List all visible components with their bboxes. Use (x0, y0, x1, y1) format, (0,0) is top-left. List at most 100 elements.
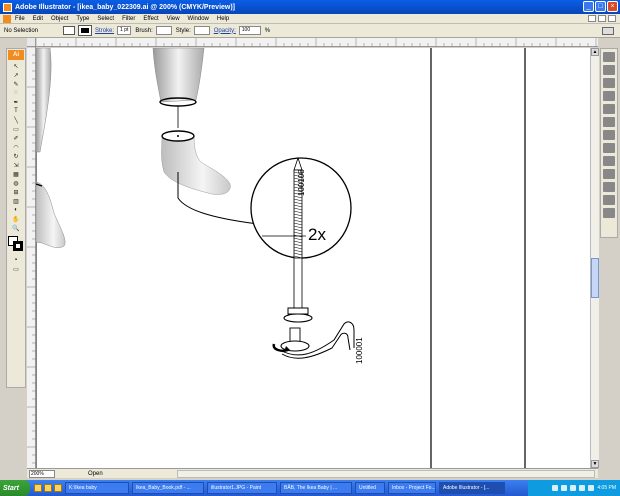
zoom-level-field[interactable]: 200% (29, 469, 55, 478)
screen-mode-icon[interactable]: ▭ (8, 265, 24, 273)
line-tool-icon[interactable]: ╲ (8, 116, 24, 124)
transparency-panel-icon[interactable] (603, 156, 615, 166)
menu-type[interactable]: Type (76, 16, 89, 22)
hand-tool-icon[interactable]: ✋ (8, 215, 24, 223)
scale-tool-icon[interactable]: ⇲ (8, 161, 24, 169)
arc-tool-icon[interactable]: ◠ (8, 143, 24, 151)
fill-swatch[interactable] (63, 26, 76, 35)
symbol-sprayer-tool-icon[interactable]: ◍ (8, 179, 24, 187)
graph-tool-icon[interactable]: ▦ (8, 170, 24, 178)
task-paint[interactable]: illustrator1.JPG - Paint (207, 482, 277, 494)
rectangle-tool-icon[interactable]: ▭ (8, 125, 24, 133)
stroke-swatch[interactable] (78, 25, 93, 36)
window-title: Adobe Illustrator - [ikea_baby_022309.ai… (15, 3, 236, 11)
pathfinder-panel-icon[interactable] (603, 195, 615, 205)
brushes-panel-icon[interactable] (603, 78, 615, 88)
brush-dropdown[interactable] (155, 26, 172, 35)
appearance-panel-icon[interactable] (603, 117, 615, 127)
blend-tool-icon[interactable]: ◐ (8, 206, 24, 214)
graphic-styles-panel-icon[interactable] (603, 104, 615, 114)
align-panel-icon[interactable] (603, 182, 615, 192)
browser-icon[interactable] (44, 484, 52, 492)
panel-menu-icon[interactable] (602, 27, 614, 35)
stroke-label[interactable]: Stroke: (95, 28, 114, 34)
doc-close-button[interactable] (608, 15, 616, 22)
task-illustrator[interactable]: Adobe Illustrator - [... (439, 482, 505, 494)
menu-help[interactable]: Help (217, 16, 229, 22)
illustrator-logo-icon: Ai (8, 50, 24, 60)
task-explorer[interactable]: K:\Ikea baby (65, 482, 129, 494)
style-dropdown[interactable] (193, 26, 210, 35)
task-untitled[interactable]: Untitled (355, 482, 385, 494)
vertical-ruler[interactable] (27, 46, 36, 468)
document-icon[interactable] (3, 14, 11, 23)
opacity-label[interactable]: Opacity: (214, 28, 236, 34)
color-mode-icon[interactable]: ▪ (8, 256, 24, 264)
pencil-tool-icon[interactable]: ✐ (8, 134, 24, 142)
tray-icon[interactable] (552, 485, 559, 491)
magic-wand-tool-icon[interactable]: ✎ (8, 80, 24, 88)
horizontal-ruler-ticks (35, 38, 597, 47)
type-tool-icon[interactable]: T (8, 107, 24, 115)
tray-icon[interactable] (579, 485, 586, 491)
layers-panel-icon[interactable] (603, 169, 615, 179)
maximize-button[interactable]: □ (595, 1, 606, 12)
stroke-swatch-box[interactable] (13, 241, 23, 251)
fill-stroke-swatches[interactable] (8, 236, 24, 252)
horizontal-ruler[interactable] (35, 38, 598, 47)
quick-launch (34, 484, 62, 492)
tray-icon[interactable] (588, 485, 595, 491)
menu-select[interactable]: Select (97, 16, 114, 22)
quantity-label: 2x (308, 225, 326, 244)
stroke-weight-field[interactable]: 1 pt (117, 26, 132, 35)
ruler-origin[interactable] (27, 38, 36, 47)
desktop-icon[interactable] (54, 484, 62, 492)
start-button[interactable]: Start (0, 480, 30, 496)
menu-effect[interactable]: Effect (143, 16, 158, 22)
tray-icon[interactable] (570, 485, 577, 491)
stroke-panel-icon[interactable] (603, 130, 615, 140)
lasso-tool-icon[interactable]: ◌ (8, 89, 24, 97)
color-panel-icon[interactable] (603, 52, 615, 62)
doc-restore-button[interactable] (598, 15, 606, 22)
status-bar: 200% Open (27, 468, 598, 478)
scroll-up-icon[interactable]: ▲ (591, 48, 599, 56)
task-inbox[interactable]: Inbox - Project Fo... (388, 482, 436, 494)
windows-taskbar: Start K:\Ikea baby Ikea_Baby_Book.pdf - … (0, 480, 620, 496)
system-tray: 4:05 PM (528, 480, 620, 496)
status-info[interactable]: Open (88, 471, 103, 477)
close-button[interactable]: × (607, 1, 618, 12)
vertical-scrollbar[interactable]: ▲ ▼ (590, 48, 599, 468)
menu-window[interactable]: Window (188, 16, 209, 22)
artboard-canvas[interactable]: 2x 100108 100001 (36, 48, 598, 468)
tray-icon[interactable] (561, 485, 568, 491)
menu-filter[interactable]: Filter (122, 16, 135, 22)
mesh-tool-icon[interactable]: ⊞ (8, 188, 24, 196)
menu-edit[interactable]: Edit (33, 16, 43, 22)
zoom-tool-icon[interactable]: 🔍 (8, 224, 24, 232)
minimize-button[interactable]: _ (583, 1, 594, 12)
menu-object[interactable]: Object (51, 16, 68, 22)
gradient-panel-icon[interactable] (603, 143, 615, 153)
doc-minimize-button[interactable] (588, 15, 596, 22)
tools-panel: Ai ↖ ↗ ✎ ◌ ✒ T ╲ ▭ ✐ ◠ ↻ ⇲ ▦ ◍ ⊞ ▥ ◐ ✋ 🔍… (6, 48, 26, 388)
part-number-top: 100108 (297, 169, 306, 196)
transform-panel-icon[interactable] (603, 208, 615, 218)
swatches-panel-icon[interactable] (603, 65, 615, 75)
menu-view[interactable]: View (167, 16, 180, 22)
folder-icon[interactable] (34, 484, 42, 492)
task-pdf[interactable]: Ikea_Baby_Book.pdf - ... (132, 482, 204, 494)
direct-selection-tool-icon[interactable]: ↗ (8, 71, 24, 79)
menu-file[interactable]: File (15, 16, 25, 22)
gradient-tool-icon[interactable]: ▥ (8, 197, 24, 205)
scroll-thumb[interactable] (591, 258, 599, 298)
rotate-tool-icon[interactable]: ↻ (8, 152, 24, 160)
selection-tool-icon[interactable]: ↖ (8, 62, 24, 70)
symbols-panel-icon[interactable] (603, 91, 615, 101)
scroll-down-icon[interactable]: ▼ (591, 460, 599, 468)
opacity-field[interactable]: 100 (238, 26, 261, 35)
task-browser[interactable]: BÅB, The Ikea Baby | ... (280, 482, 352, 494)
selection-status: No Selection (4, 27, 39, 34)
pen-tool-icon[interactable]: ✒ (8, 98, 24, 106)
horizontal-scrollbar[interactable] (177, 470, 595, 478)
